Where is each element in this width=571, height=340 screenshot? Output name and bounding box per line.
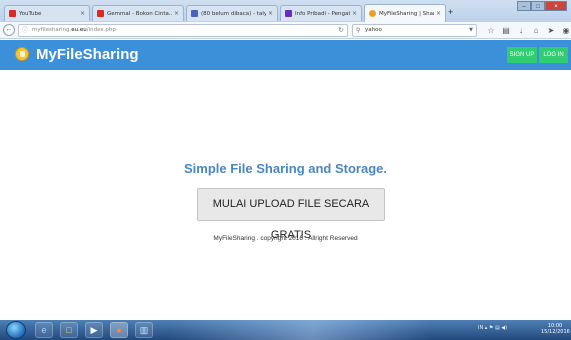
folder-icon[interactable]: □ [60, 322, 78, 338]
clock[interactable]: 10:00 15/12/2016 [541, 323, 570, 335]
login-button[interactable]: LOG IN [539, 47, 568, 63]
clipboard-icon[interactable]: ▤ [499, 25, 513, 36]
url-prefix: myfilesharing. [32, 27, 72, 33]
tab-yahoo-info[interactable]: Info Pribadi - Pengaturan ... × [280, 5, 362, 21]
close-tab-icon[interactable]: × [174, 10, 179, 17]
search-input[interactable]: ⚲ yahoo ▼ [352, 24, 477, 37]
close-tab-icon[interactable]: × [268, 10, 273, 17]
star-icon[interactable]: ☆ [484, 25, 498, 36]
media-player-icon[interactable]: ▶ [85, 322, 103, 338]
youtube-favicon-icon [97, 10, 104, 17]
chevron-down-icon[interactable]: ▼ [469, 25, 473, 36]
tab-label: Info Pribadi - Pengaturan ... [295, 10, 350, 17]
site-header: MyFileSharing SIGN UP LOG IN [0, 40, 571, 70]
tab-label: (80 belum dibaca) - talyaa... [201, 10, 266, 17]
site-info-icon[interactable]: ⓘ [22, 27, 28, 34]
download-icon[interactable]: ↓ [514, 25, 528, 36]
signup-button[interactable]: SIGN UP [507, 47, 537, 63]
main-content: Simple File Sharing and Storage. MULAI U… [0, 70, 571, 320]
clock-date: 15/12/2016 [541, 329, 570, 335]
minimize-button[interactable]: – [517, 1, 531, 11]
tab-label: MyFileSharing | Share Ever... [379, 10, 434, 17]
firefox-icon[interactable]: ● [110, 322, 128, 338]
close-tab-icon[interactable]: × [352, 10, 357, 17]
tab-mail[interactable]: (80 belum dibaca) - talyaa... × [186, 5, 278, 21]
tab-label: Gemmal - Bokon Cinta... ⚫ [107, 10, 172, 17]
browser-nav-bar: ← ⓘ myfilesharing.eu.eu/index.php ↻ ⚲ ya… [0, 22, 571, 39]
tab-myfilesharing[interactable]: MyFileSharing | Share Ever... × [364, 4, 446, 22]
windows-taskbar: e □ ▶ ● ▥ IN ▴ ⚑ ▤ ◀) 10:00 15/12/2016 [0, 320, 571, 340]
internet-explorer-icon[interactable]: e [35, 322, 53, 338]
copyright-text: MyFileSharing . copyright 2016 . Allrigh… [213, 235, 358, 242]
logo-icon[interactable] [15, 47, 29, 61]
tab-music[interactable]: Gemmal - Bokon Cinta... ⚫ × [92, 5, 184, 21]
site-brand[interactable]: MyFileSharing [36, 46, 139, 64]
system-tray[interactable]: IN ▴ ⚑ ▤ ◀) [478, 325, 507, 331]
tab-label: YouTube [19, 10, 42, 17]
browser-tab-strip: YouTube × Gemmal - Bokon Cinta... ⚫ × (8… [0, 0, 571, 22]
mail-favicon-icon [191, 10, 198, 17]
home-icon[interactable]: ⌂ [529, 25, 543, 36]
profile-icon[interactable]: ◉ [559, 25, 571, 36]
toolbar-icons: ☆ ▤ ↓ ⌂ ➤ ◉ ≡ [484, 25, 571, 36]
tab-youtube[interactable]: YouTube × [4, 5, 90, 21]
window-controls: – □ × [517, 1, 567, 11]
maximize-button[interactable]: □ [531, 1, 545, 11]
search-icon: ⚲ [356, 27, 361, 34]
site-favicon-icon [369, 10, 376, 17]
search-value: yahoo [365, 27, 382, 33]
url-path: /index.php [86, 27, 116, 33]
upload-button[interactable]: MULAI UPLOAD FILE SECARA GRATIS [197, 188, 385, 241]
youtube-favicon-icon [9, 10, 16, 17]
address-bar[interactable]: ⓘ myfilesharing.eu.eu/index.php ↻ [18, 24, 348, 37]
windows-start-icon[interactable] [6, 321, 26, 339]
screen: YouTube × Gemmal - Bokon Cinta... ⚫ × (8… [0, 0, 571, 340]
url-domain: eu.eu [71, 27, 87, 33]
new-tab-button[interactable]: + [448, 7, 453, 17]
close-tab-icon[interactable]: × [80, 10, 85, 17]
send-icon[interactable]: ➤ [544, 25, 558, 36]
tagline-heading: Simple File Sharing and Storage. [184, 161, 387, 176]
close-tab-icon[interactable]: × [436, 10, 441, 17]
back-arrow-icon[interactable]: ← [3, 24, 15, 36]
yahoo-favicon-icon [285, 10, 292, 17]
app-window-icon[interactable]: ▥ [135, 322, 153, 338]
reload-icon[interactable]: ↻ [338, 25, 344, 36]
close-window-button[interactable]: × [545, 1, 567, 11]
